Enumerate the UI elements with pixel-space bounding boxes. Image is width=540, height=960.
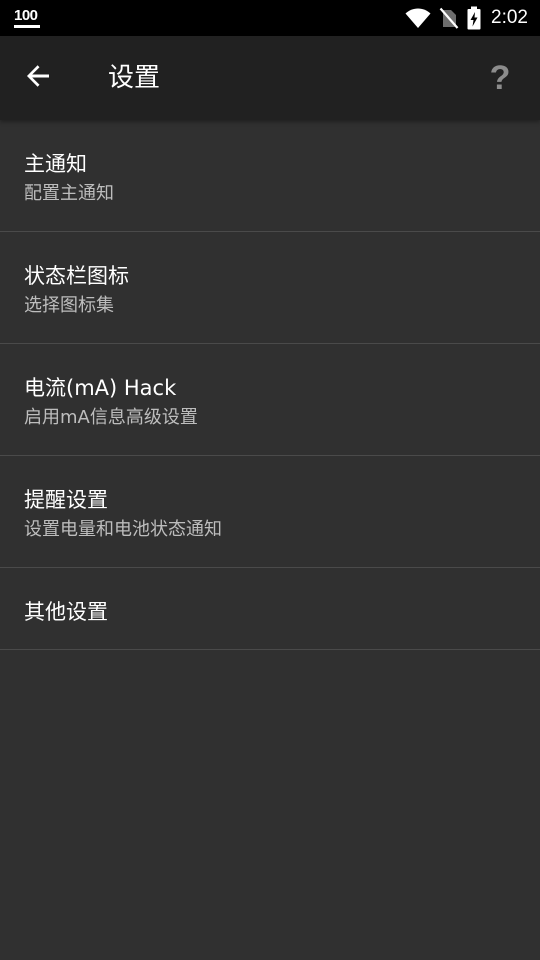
arrow-back-icon: [25, 63, 51, 93]
item-title: 提醒设置: [24, 488, 108, 512]
settings-item-status-bar-icon[interactable]: 状态栏图标 选择图标集: [0, 232, 540, 344]
item-title: 电流(mA) Hack: [24, 376, 177, 400]
settings-item-reminder[interactable]: 提醒设置 设置电量和电池状态通知: [0, 456, 540, 568]
item-subtitle: 设置电量和电池状态通知: [24, 519, 222, 540]
item-title: 主通知: [24, 152, 87, 176]
battery-charging-icon: [467, 6, 481, 30]
item-title: 其他设置: [24, 600, 108, 624]
wifi-icon: [405, 7, 431, 29]
settings-item-main-notification[interactable]: 主通知 配置主通知: [0, 120, 540, 232]
question-mark-icon: ?: [489, 58, 511, 97]
notification-number: 100: [14, 7, 38, 24]
notification-indicator: 100: [14, 7, 44, 31]
settings-item-other[interactable]: 其他设置: [0, 568, 540, 650]
status-bar: 100 2:02: [0, 0, 540, 36]
item-title: 状态栏图标: [24, 264, 129, 288]
notification-underline: [14, 25, 40, 28]
settings-item-current-ma-hack[interactable]: 电流(mA) Hack 启用mA信息高级设置: [0, 344, 540, 456]
no-sim-icon: [439, 7, 459, 29]
clock: 2:02: [491, 7, 528, 28]
app-bar: 设置 ?: [0, 36, 540, 120]
back-button[interactable]: [16, 56, 60, 100]
settings-screen: 100 2:02 设置 ? 主通知 配置主通知 状态栏图标 选择图标集 电流(m…: [0, 0, 540, 960]
item-subtitle: 启用mA信息高级设置: [24, 407, 198, 428]
item-subtitle: 选择图标集: [24, 295, 114, 316]
page-title: 设置: [108, 63, 161, 93]
help-button[interactable]: ?: [480, 56, 520, 100]
item-subtitle: 配置主通知: [24, 183, 114, 204]
settings-list: 主通知 配置主通知 状态栏图标 选择图标集 电流(mA) Hack 启用mA信息…: [0, 120, 540, 650]
status-icons: 2:02: [397, 0, 528, 36]
